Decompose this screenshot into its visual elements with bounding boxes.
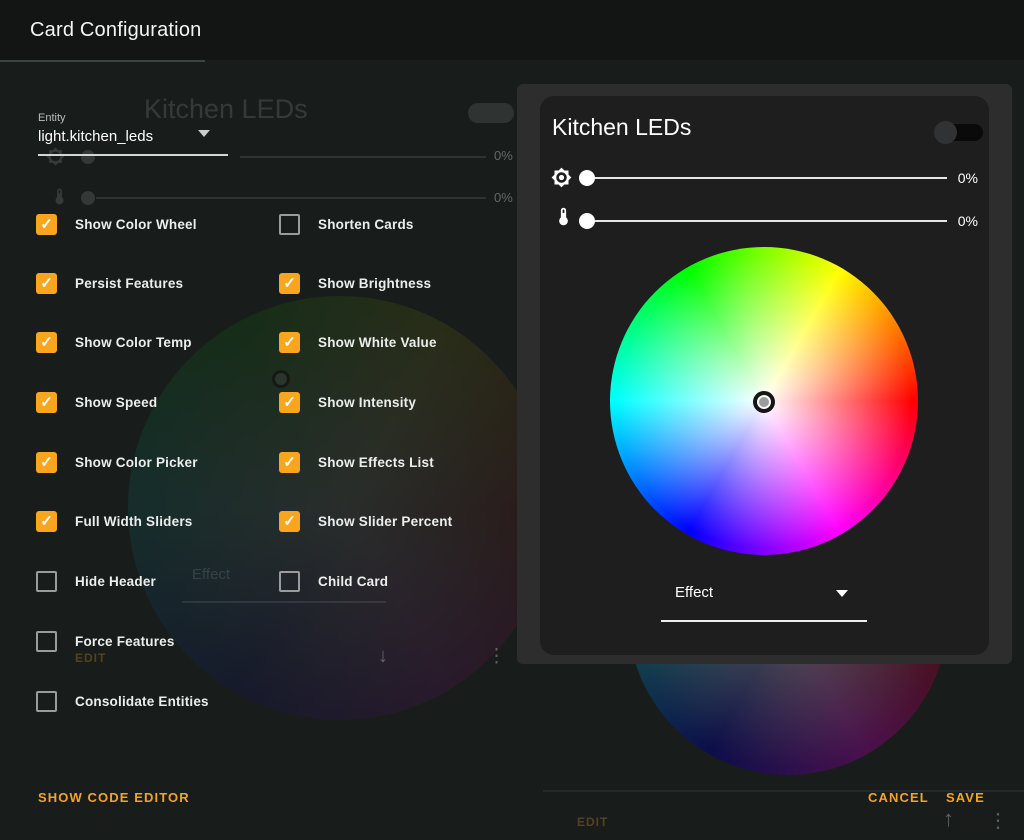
checkbox-row-full-width-sliders[interactable]: ✓ Full Width Sliders — [36, 510, 192, 532]
background-more-vert-icon: ⋮ — [487, 645, 506, 668]
color-wheel-cursor-dot — [759, 397, 769, 407]
preview-card-title: Kitchen LEDs — [552, 114, 691, 141]
checkbox-label: Show Brightness — [318, 276, 431, 291]
checkbox-checked[interactable]: ✓ — [36, 452, 57, 473]
background-wheel-cursor-icon — [272, 370, 290, 388]
background-brightness-value: 0% — [494, 148, 513, 163]
checkbox-label: Show Color Picker — [75, 455, 198, 470]
background-color-temp-track — [96, 197, 486, 199]
background-toggle — [468, 103, 514, 123]
color-temp-slider-thumb[interactable] — [579, 213, 595, 229]
entity-select[interactable]: light.kitchen_leds — [38, 128, 153, 145]
background-edit-button: EDIT — [75, 651, 106, 665]
checkbox-label: Child Card — [318, 574, 388, 589]
background-color-temp-value: 0% — [494, 190, 513, 205]
light-toggle[interactable] — [934, 120, 986, 146]
save-button[interactable]: SAVE — [946, 790, 985, 805]
checkbox-row-shorten-cards[interactable]: Shorten Cards — [279, 213, 414, 235]
background-more-vert-icon-right: ⋮ — [988, 808, 1008, 833]
card-configuration-dialog: Kitchen LEDs 0% 0% Effect EDIT ↓ ⋮ EDIT … — [0, 0, 1024, 840]
checkbox-checked[interactable]: ✓ — [36, 392, 57, 413]
color-temp-value: 0% — [938, 213, 978, 229]
checkbox-row-force-features[interactable]: Force Features — [36, 630, 175, 652]
checkbox-label: Show Color Temp — [75, 335, 192, 350]
checkbox-label: Show Speed — [75, 395, 157, 410]
toggle-knob[interactable] — [934, 121, 957, 144]
checkbox-unchecked[interactable] — [36, 571, 57, 592]
checkbox-label: Full Width Sliders — [75, 514, 192, 529]
checkbox-row-show-color-wheel[interactable]: ✓ Show Color Wheel — [36, 213, 197, 235]
cancel-button[interactable]: CANCEL — [868, 790, 929, 805]
checkbox-row-show-color-picker[interactable]: ✓ Show Color Picker — [36, 451, 198, 473]
brightness-icon — [551, 167, 572, 188]
checkbox-row-show-speed[interactable]: ✓ Show Speed — [36, 391, 157, 413]
checkbox-label: Persist Features — [75, 276, 183, 291]
checkbox-checked[interactable]: ✓ — [36, 214, 57, 235]
checkbox-unchecked[interactable] — [36, 691, 57, 712]
checkbox-checked[interactable]: ✓ — [279, 392, 300, 413]
checkbox-row-show-white-value[interactable]: ✓ Show White Value — [279, 331, 437, 353]
effect-select[interactable]: Effect — [675, 584, 713, 601]
entity-dropdown-arrow-icon[interactable] — [198, 130, 210, 137]
show-code-editor-button[interactable]: SHOW CODE EDITOR — [38, 790, 190, 805]
background-card-title: Kitchen LEDs — [144, 94, 308, 125]
brightness-value: 0% — [938, 170, 978, 186]
entity-field-label: Entity — [38, 112, 66, 124]
checkbox-label: Force Features — [75, 634, 175, 649]
checkbox-label: Show Effects List — [318, 455, 434, 470]
preview-panel: Kitchen LEDs 0% 0% — [517, 84, 1012, 664]
checkbox-checked[interactable]: ✓ — [36, 273, 57, 294]
background-effect-label: Effect — [192, 566, 230, 583]
checkbox-row-show-slider-percent[interactable]: ✓ Show Slider Percent — [279, 510, 452, 532]
background-brightness-icon — [46, 147, 65, 166]
checkbox-checked[interactable]: ✓ — [279, 511, 300, 532]
checkbox-label: Consolidate Entities — [75, 694, 209, 709]
checkbox-row-consolidate-entities[interactable]: Consolidate Entities — [36, 690, 209, 712]
checkbox-row-show-color-temp[interactable]: ✓ Show Color Temp — [36, 331, 192, 353]
checkbox-label: Shorten Cards — [318, 217, 414, 232]
checkbox-unchecked[interactable] — [36, 631, 57, 652]
preview-card: Kitchen LEDs 0% 0% — [540, 96, 989, 655]
checkbox-row-child-card[interactable]: Child Card — [279, 570, 388, 592]
checkbox-row-hide-header[interactable]: Hide Header — [36, 570, 156, 592]
background-thermometer-icon — [50, 187, 69, 206]
background-up-arrow-icon: ↑ — [943, 806, 954, 832]
checkbox-checked[interactable]: ✓ — [279, 452, 300, 473]
checkbox-label: Show White Value — [318, 335, 437, 350]
brightness-slider-track[interactable] — [595, 177, 947, 179]
checkbox-label: Hide Header — [75, 574, 156, 589]
checkbox-label: Show Color Wheel — [75, 217, 197, 232]
checkbox-unchecked[interactable] — [279, 571, 300, 592]
checkbox-row-show-intensity[interactable]: ✓ Show Intensity — [279, 391, 416, 413]
background-edit-button-right: EDIT — [577, 815, 608, 829]
effect-dropdown-arrow-icon[interactable] — [836, 590, 848, 597]
checkbox-checked[interactable]: ✓ — [279, 332, 300, 353]
checkbox-checked[interactable]: ✓ — [36, 511, 57, 532]
background-color-temp-thumb — [81, 191, 95, 205]
color-wheel-cursor-icon[interactable] — [753, 391, 775, 413]
thermometer-icon — [553, 206, 574, 227]
background-down-arrow-icon: ↓ — [378, 645, 388, 668]
checkbox-unchecked[interactable] — [279, 214, 300, 235]
checkbox-row-show-brightness[interactable]: ✓ Show Brightness — [279, 272, 431, 294]
checkbox-checked[interactable]: ✓ — [279, 273, 300, 294]
checkbox-label: Show Slider Percent — [318, 514, 452, 529]
effect-select-underline — [661, 620, 867, 622]
checkbox-row-show-effects-list[interactable]: ✓ Show Effects List — [279, 451, 434, 473]
dialog-title: Card Configuration — [30, 19, 201, 42]
background-brightness-thumb — [81, 150, 95, 164]
checkbox-checked[interactable]: ✓ — [36, 332, 57, 353]
checkbox-row-persist-features[interactable]: ✓ Persist Features — [36, 272, 183, 294]
dialog-header: Card Configuration — [0, 0, 1024, 60]
header-scroll-indicator — [0, 60, 205, 62]
color-temp-slider-track[interactable] — [595, 220, 947, 222]
background-effect-underline — [182, 601, 386, 603]
background-brightness-track — [240, 156, 486, 158]
entity-field-underline — [38, 154, 228, 156]
brightness-slider-thumb[interactable] — [579, 170, 595, 186]
checkbox-label: Show Intensity — [318, 395, 416, 410]
